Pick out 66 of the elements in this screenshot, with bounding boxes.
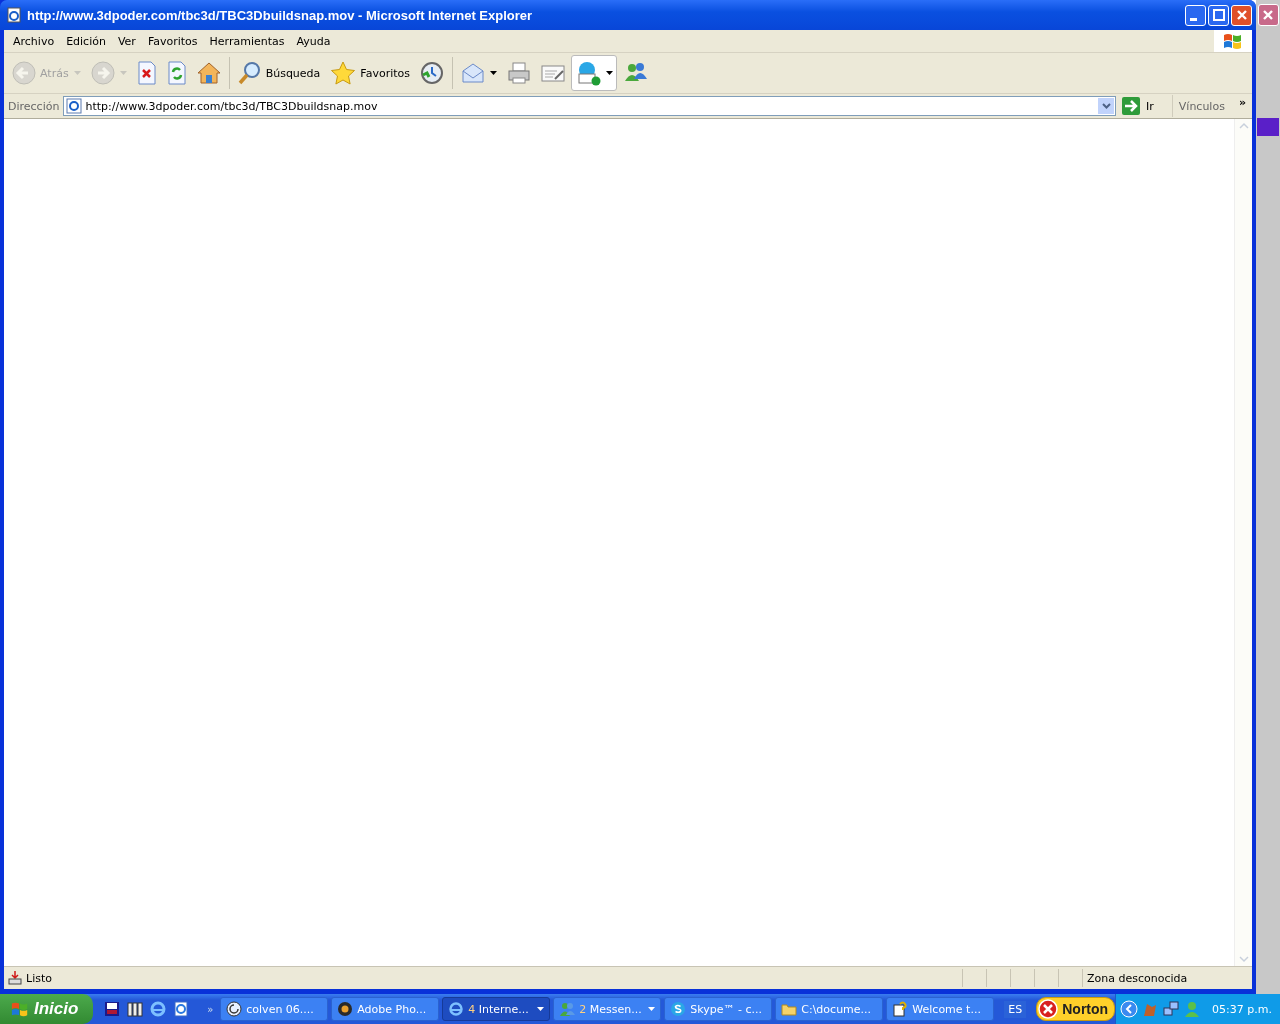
dropdown-arrow-icon bbox=[648, 1007, 656, 1011]
go-button[interactable]: Ir bbox=[1120, 95, 1173, 117]
windows-flag-icon bbox=[10, 1000, 30, 1018]
menu-item[interactable]: Herramientas bbox=[204, 34, 290, 48]
menu-item[interactable]: Archivo bbox=[8, 34, 60, 48]
taskbar-button[interactable]: 4 Interne... bbox=[442, 997, 551, 1021]
error-icon bbox=[1038, 999, 1059, 1019]
windows-flag-icon bbox=[1214, 30, 1252, 52]
refresh-icon bbox=[166, 61, 187, 85]
chevron-button[interactable]: » bbox=[207, 1003, 214, 1015]
minimize-icon bbox=[1190, 17, 1197, 21]
skype-icon bbox=[670, 1001, 687, 1017]
taskbar-button[interactable]: Welcome t... bbox=[886, 997, 995, 1021]
minimize-button[interactable] bbox=[1185, 4, 1206, 26]
close-button[interactable] bbox=[1257, 4, 1279, 26]
taskbar-button[interactable]: Skype™ - c... bbox=[664, 997, 773, 1021]
skype-button[interactable] bbox=[571, 55, 617, 91]
printer-icon bbox=[507, 61, 531, 85]
stop-icon bbox=[136, 61, 157, 85]
close-icon bbox=[1235, 9, 1248, 21]
menu-item[interactable]: Ayuda bbox=[291, 34, 336, 48]
menu-item[interactable]: Ver bbox=[112, 34, 141, 48]
links-label[interactable]: Vínculos bbox=[1176, 99, 1225, 113]
status-text: Listo bbox=[26, 971, 52, 985]
dropdown-arrow-icon bbox=[537, 1007, 545, 1011]
envelope-icon bbox=[461, 61, 485, 85]
taskbar-button[interactable]: 2 Messen... bbox=[553, 997, 662, 1021]
language-indicator[interactable]: ES bbox=[1004, 1000, 1027, 1018]
chevron-button[interactable]: » bbox=[1228, 95, 1252, 117]
network-icon[interactable] bbox=[1162, 1000, 1181, 1018]
menu-item[interactable]: Edición bbox=[61, 34, 111, 48]
books-icon[interactable] bbox=[126, 1000, 145, 1018]
taskbar-button[interactable]: Adobe Pho... bbox=[331, 997, 440, 1021]
messenger-icon bbox=[559, 1001, 576, 1017]
taskbar-button[interactable]: C:\docume... bbox=[775, 997, 884, 1021]
search-icon bbox=[237, 61, 262, 85]
page-loaded-icon bbox=[8, 971, 22, 985]
close-button[interactable] bbox=[1231, 4, 1252, 26]
skype-phone-icon bbox=[575, 60, 601, 86]
star-icon bbox=[330, 61, 357, 85]
start-button[interactable]: Inicio bbox=[0, 994, 94, 1024]
right-arrow-icon bbox=[1122, 97, 1140, 115]
zone-text: Zona desconocida bbox=[1087, 971, 1188, 985]
dropdown-arrow-icon bbox=[490, 71, 497, 75]
dropdown-arrow-icon bbox=[73, 71, 81, 75]
help-icon bbox=[892, 1001, 909, 1017]
clock: 05:37 p.m. bbox=[1212, 1002, 1272, 1016]
norton-button[interactable]: Norton bbox=[1036, 997, 1116, 1021]
search-button[interactable]: Búsqueda bbox=[233, 55, 325, 91]
favorites-button[interactable]: Favoritos bbox=[326, 55, 414, 91]
left-chevron-icon[interactable] bbox=[1120, 1000, 1139, 1018]
folder-icon bbox=[781, 1001, 798, 1017]
maximize-button[interactable] bbox=[1208, 4, 1229, 26]
dropdown-arrow-icon bbox=[606, 71, 613, 75]
window-title: http://www.3dpoder.com/tbc3d/TBC3Dbuildsnap.mov - Microsoft Internet Explorer bbox=[27, 7, 534, 23]
address-field[interactable]: http://www.3dpoder.com/tbc3d/TBC3Dbuildsnap.mov bbox=[63, 96, 1116, 116]
home-icon bbox=[196, 61, 221, 85]
menu-item[interactable]: Favoritos bbox=[142, 34, 203, 48]
maximize-icon bbox=[1212, 9, 1225, 21]
dropdown-arrow-icon bbox=[119, 71, 127, 75]
window-strip bbox=[1257, 118, 1279, 136]
spiral-icon bbox=[226, 1001, 243, 1017]
address-label: Dirección bbox=[8, 99, 60, 113]
history-icon bbox=[420, 61, 444, 85]
taskbar-button[interactable]: colven 06.... bbox=[220, 997, 329, 1021]
close-icon bbox=[1262, 9, 1274, 21]
